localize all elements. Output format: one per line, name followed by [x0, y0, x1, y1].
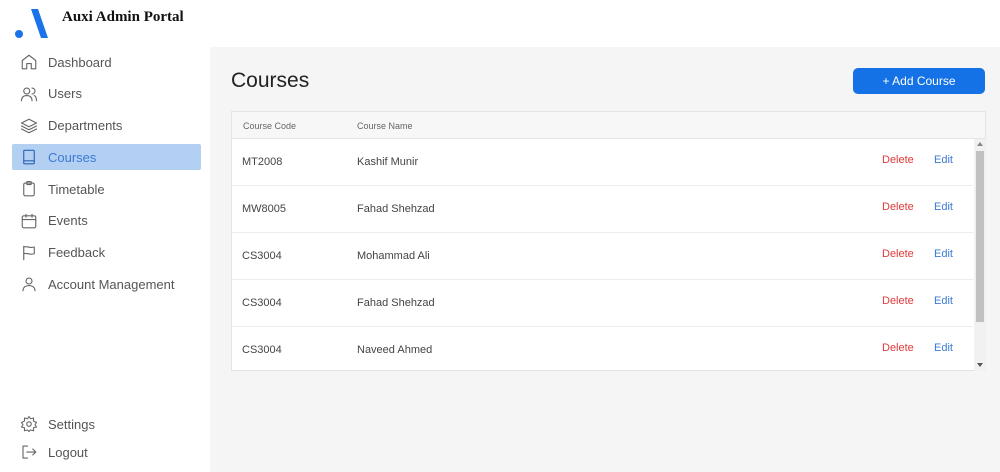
sidebar-item-account-management[interactable]: Account Management [12, 271, 201, 297]
table-body: MT2008 Kashif Munir Delete Edit MW8005 F… [232, 139, 973, 371]
column-header-course-code: Course Code [243, 121, 297, 131]
logo [14, 8, 50, 40]
page-title: Courses [231, 69, 310, 92]
scrollbar-thumb[interactable] [976, 151, 984, 322]
column-header-course-name: Course Name [357, 121, 413, 131]
delete-button[interactable]: Delete [882, 342, 914, 354]
topbar [210, 0, 1000, 47]
sidebar-item-users[interactable]: Users [12, 81, 201, 107]
sidebar-item-label: Logout [48, 444, 88, 460]
course-name: Fahad Shehzad [357, 297, 435, 309]
sidebar-item-label: Departments [48, 118, 123, 133]
sidebar-item-label: Timetable [48, 181, 105, 197]
course-name: Fahad Shehzad [357, 203, 435, 215]
course-code: MW8005 [242, 203, 287, 215]
table-scrollbar[interactable] [974, 139, 986, 371]
delete-button[interactable]: Delete [882, 248, 914, 260]
edit-button[interactable]: Edit [934, 295, 953, 307]
course-name: Kashif Munir [357, 156, 419, 168]
sidebar-item-courses[interactable]: Courses [12, 144, 201, 171]
clipboard-icon [20, 180, 38, 198]
edit-button[interactable]: Edit [934, 154, 953, 166]
course-code: MT2008 [242, 156, 283, 168]
sidebar: Auxi Admin Portal Dashboard Users Depart… [0, 0, 210, 472]
sidebar-item-label: Courses [48, 149, 97, 165]
logout-icon [20, 443, 38, 461]
course-code: CS3004 [242, 250, 282, 262]
edit-button[interactable]: Edit [934, 248, 953, 260]
sidebar-item-label: Events [48, 213, 88, 229]
brand: Auxi Admin Portal [14, 8, 184, 40]
home-icon [20, 53, 38, 71]
course-code: CS3004 [242, 297, 282, 309]
table-row: MT2008 Kashif Munir Delete Edit [232, 139, 973, 186]
table-row: CS3004 Mohammad Ali Delete Edit [232, 233, 973, 280]
users-icon [20, 85, 38, 103]
user-icon [20, 275, 38, 293]
sidebar-item-label: Dashboard [48, 54, 112, 70]
courses-table: Course Code Course Name MT2008 Kashif Mu… [231, 111, 986, 371]
sidebar-bottom-nav: Settings Logout [12, 411, 201, 467]
sidebar-item-events[interactable]: Events [12, 208, 201, 234]
app-title: Auxi Admin Portal [62, 8, 184, 25]
table-row: CS3004 Naveed Ahmed Delete Edit [232, 327, 973, 371]
course-name: Mohammad Ali [357, 250, 430, 262]
scroll-down-arrow-icon[interactable] [977, 363, 983, 367]
delete-button[interactable]: Delete [882, 295, 914, 307]
sidebar-item-departments[interactable]: Departments [12, 113, 201, 139]
sidebar-item-timetable[interactable]: Timetable [12, 176, 201, 202]
sidebar-item-feedback[interactable]: Feedback [12, 240, 201, 266]
sidebar-item-dashboard[interactable]: Dashboard [12, 49, 201, 75]
sidebar-item-label: Account Management [48, 276, 175, 292]
table-row: CS3004 Fahad Shehzad Delete Edit [232, 280, 973, 327]
layers-icon [20, 117, 38, 135]
delete-button[interactable]: Delete [882, 154, 914, 166]
course-name: Naveed Ahmed [357, 344, 433, 356]
sidebar-item-label: Settings [48, 416, 95, 432]
calendar-icon [20, 212, 38, 230]
add-course-button[interactable]: + Add Course [853, 68, 985, 94]
sidebar-nav: Dashboard Users Departments Courses Time… [12, 49, 201, 303]
table-header: Course Code Course Name [232, 112, 985, 139]
sidebar-item-logout[interactable]: Logout [12, 439, 201, 465]
course-code: CS3004 [242, 344, 282, 356]
sidebar-item-settings[interactable]: Settings [12, 411, 201, 437]
sidebar-item-label: Users [48, 86, 82, 102]
scroll-up-arrow-icon[interactable] [977, 142, 983, 146]
table-row: MW8005 Fahad Shehzad Delete Edit [232, 186, 973, 233]
main-content: Courses + Add Course Course Code Course … [210, 60, 1000, 472]
delete-button[interactable]: Delete [882, 201, 914, 213]
edit-button[interactable]: Edit [934, 201, 953, 213]
gear-icon [20, 415, 38, 433]
edit-button[interactable]: Edit [934, 342, 953, 354]
flag-icon [20, 244, 38, 262]
sidebar-item-label: Feedback [48, 245, 106, 260]
book-icon [20, 148, 38, 166]
